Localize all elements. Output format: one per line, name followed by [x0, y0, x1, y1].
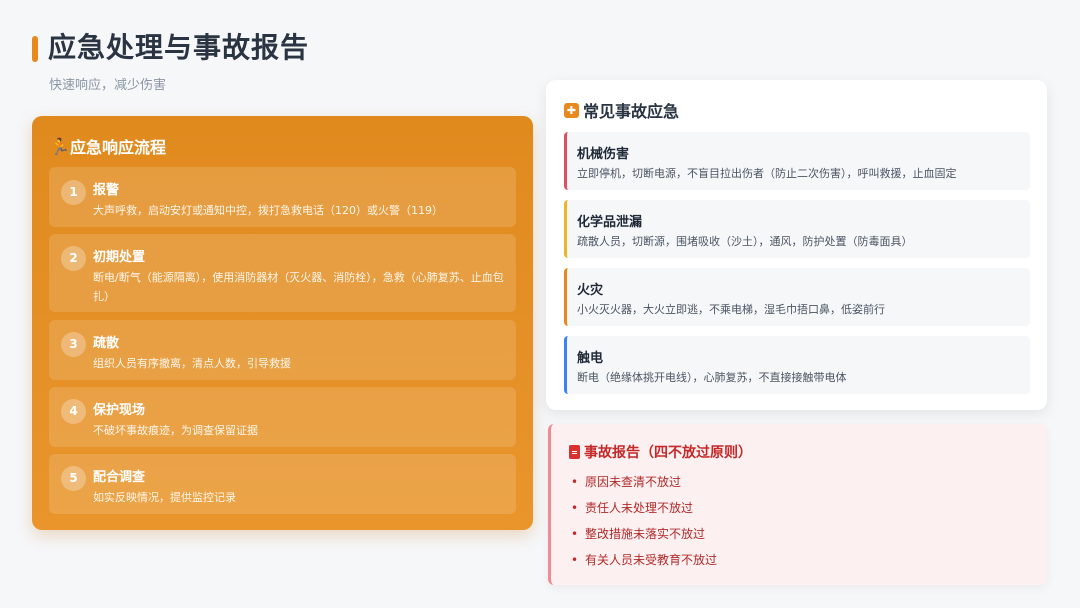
step-description: 大声呼救，启动安灯或通知中控，拨打急救电话（120）或火警（119）	[93, 204, 443, 217]
accident-report-card: 事故报告（四不放过原则） • 原因未查清不放过 • 责任人未处理不放过 • 整改措施未…	[548, 424, 1047, 585]
list-item: • 有关人员未受教育不放过	[571, 552, 717, 578]
report-title-text: 事故报告（四不放过原则）	[584, 445, 752, 461]
report-principles-list: • 原因未查清不放过 • 责任人未处理不放过 • 整改措施未落实不放过 • 有关人员未受…	[571, 474, 717, 578]
bullet-icon: •	[571, 475, 579, 489]
accidents-title-text: 常见事故应急	[583, 102, 680, 121]
accident-name: 火灾	[577, 283, 604, 298]
step-description: 不破坏事故痕迹，为调查保留证据	[93, 424, 258, 437]
step-number: 3	[61, 332, 86, 357]
bullet-icon: •	[571, 553, 579, 567]
principle-text: 原因未查清不放过	[585, 475, 682, 489]
step-title: 初期处置	[93, 250, 146, 265]
principle-text: 责任人未处理不放过	[585, 501, 694, 515]
step-number: 5	[61, 466, 86, 491]
accident-item: 化学品泄漏 疏散人员，切断源，围堵吸收（沙土），通风，防护处置（防毒面具）	[564, 200, 1030, 258]
flow-step: 5 配合调查 如实反映情况，提供监控记录	[49, 454, 516, 514]
principle-text: 有关人员未受教育不放过	[585, 553, 718, 567]
step-title: 保护现场	[93, 403, 146, 418]
step-number: 1	[61, 180, 86, 205]
accident-name: 化学品泄漏	[577, 215, 643, 230]
page-title: 应急处理与事故报告	[48, 31, 310, 64]
running-person-icon: 🏃	[50, 136, 70, 156]
flow-panel-title: 🏃 应急响应流程	[50, 134, 166, 158]
step-description: 组织人员有序撤离，清点人数，引导救援	[93, 357, 291, 370]
flow-title-text: 应急响应流程	[70, 138, 167, 157]
accidents-card-title: ✚ 常见事故应急	[564, 98, 679, 122]
principle-text: 整改措施未落实不放过	[585, 527, 706, 541]
page-subtitle: 快速响应，减少伤害	[49, 78, 167, 93]
accident-item: 火灾 小火灭火器，大火立即逃，不乘电梯，湿毛巾捂口鼻，低姿前行	[564, 268, 1030, 326]
accident-item: 机械伤害 立即停机，切断电源，不盲目拉出伤者（防止二次伤害），呼叫救援，止血固定	[564, 132, 1030, 190]
title-accent-bar	[32, 36, 38, 62]
first-aid-kit-icon: ✚	[564, 102, 579, 118]
document-icon	[569, 445, 580, 459]
list-item: • 原因未查清不放过	[571, 474, 717, 500]
list-item: • 整改措施未落实不放过	[571, 526, 717, 552]
step-title: 配合调查	[93, 470, 146, 485]
accident-description: 疏散人员，切断源，围堵吸收（沙土），通风，防护处置（防毒面具）	[577, 235, 913, 248]
step-number: 2	[61, 246, 86, 271]
step-title: 报警	[93, 183, 120, 198]
accident-description: 小火灭火器，大火立即逃，不乘电梯，湿毛巾捂口鼻，低姿前行	[577, 303, 885, 316]
step-title: 疏散	[93, 336, 120, 351]
flow-step: 2 初期处置 断电/断气（能源隔离），使用消防器材（灭火器、消防栓），急救（心肺…	[49, 234, 516, 312]
accident-name: 机械伤害	[577, 147, 630, 162]
bullet-icon: •	[571, 501, 579, 515]
report-card-title: 事故报告（四不放过原则）	[569, 442, 752, 462]
step-description: 断电/断气（能源隔离），使用消防器材（灭火器、消防栓），急救（心肺复苏、止血包扎…	[93, 271, 504, 303]
flow-step: 3 疏散 组织人员有序撤离，清点人数，引导救援	[49, 320, 516, 380]
accident-description: 断电（绝缘体挑开电线），心肺复苏，不直接接触带电体	[577, 371, 847, 384]
common-accidents-card: ✚ 常见事故应急 机械伤害 立即停机，切断电源，不盲目拉出伤者（防止二次伤害），…	[546, 80, 1047, 410]
list-item: • 责任人未处理不放过	[571, 500, 717, 526]
step-description: 如实反映情况，提供监控记录	[93, 491, 236, 504]
emergency-flow-panel: 🏃 应急响应流程 1 报警 大声呼救，启动安灯或通知中控，拨打急救电话（120）…	[32, 116, 533, 530]
accident-name: 触电	[577, 351, 604, 366]
accident-description: 立即停机，切断电源，不盲目拉出伤者（防止二次伤害），呼叫救援，止血固定	[577, 167, 957, 180]
flow-step: 4 保护现场 不破坏事故痕迹，为调查保留证据	[49, 387, 516, 447]
step-number: 4	[61, 399, 86, 424]
bullet-icon: •	[571, 527, 579, 541]
accident-item: 触电 断电（绝缘体挑开电线），心肺复苏，不直接接触带电体	[564, 336, 1030, 394]
flow-step: 1 报警 大声呼救，启动安灯或通知中控，拨打急救电话（120）或火警（119）	[49, 167, 516, 227]
